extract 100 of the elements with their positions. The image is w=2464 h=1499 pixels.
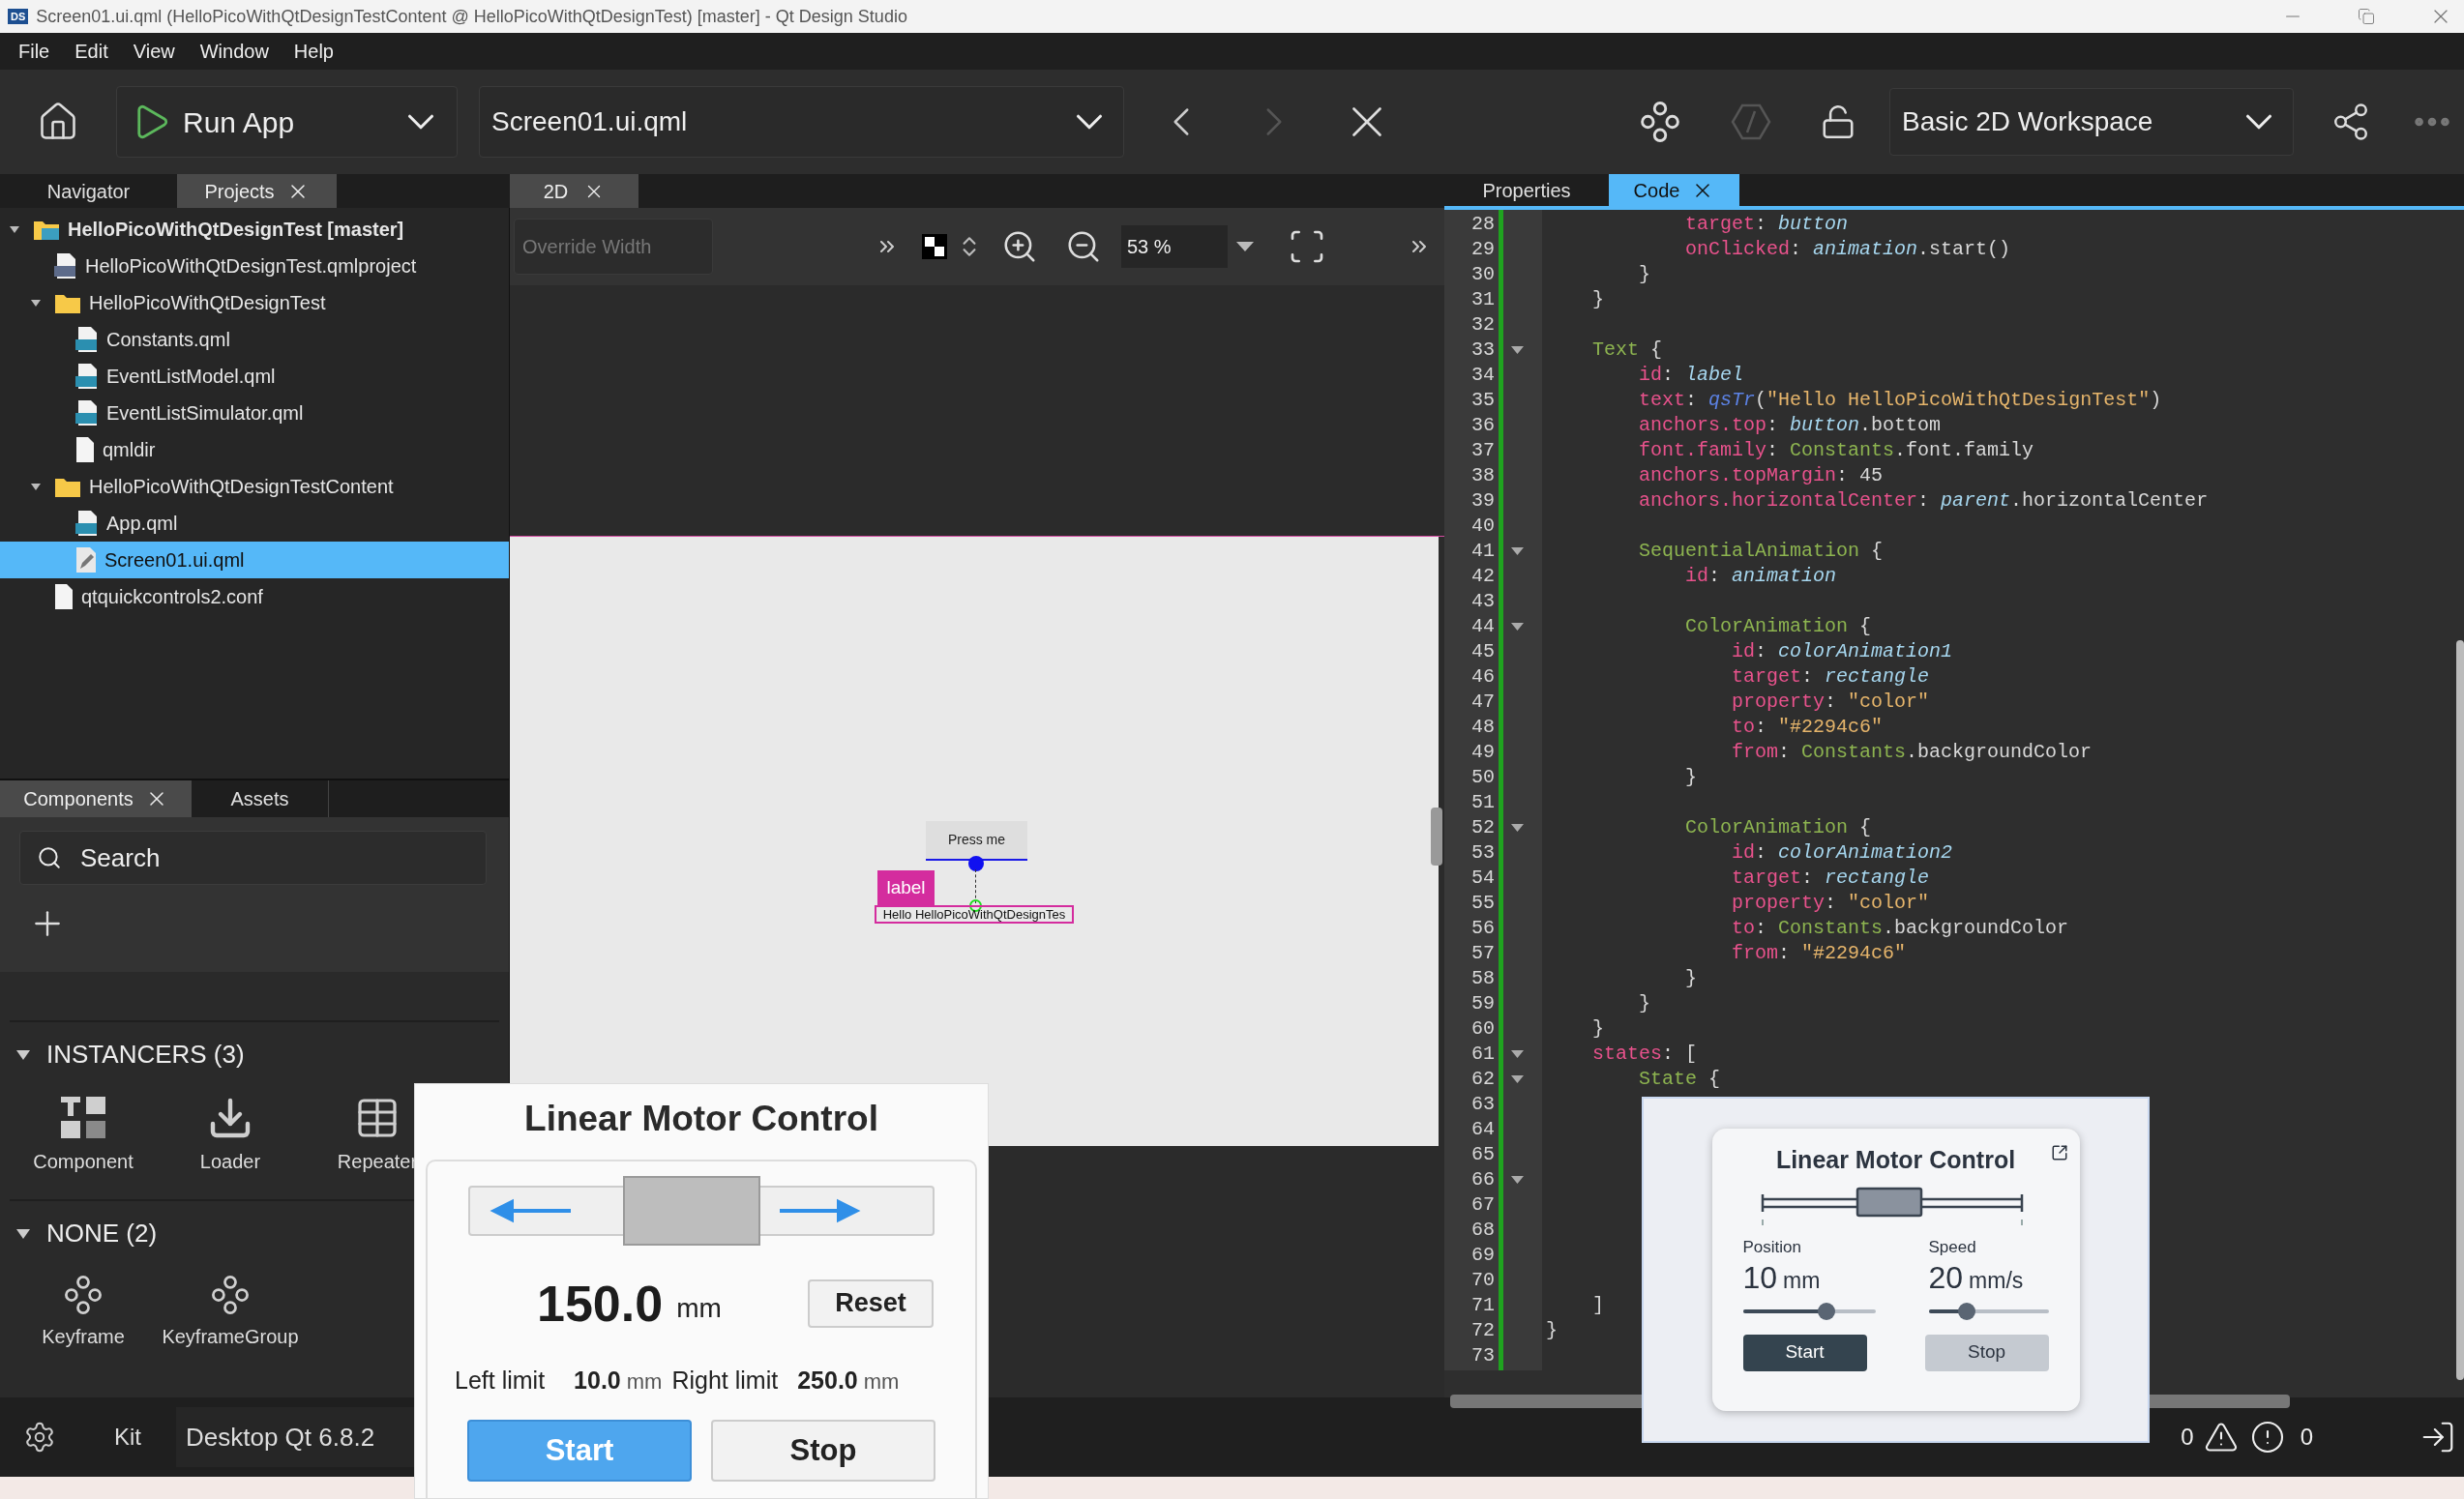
fold-arrow-icon[interactable] bbox=[1511, 1176, 1524, 1184]
selected-text-item[interactable]: Hello HelloPicoWithQtDesignTes bbox=[875, 905, 1074, 924]
anchor-handle[interactable] bbox=[969, 899, 982, 912]
fold-arrow-icon[interactable] bbox=[1511, 547, 1524, 555]
fold-arrow-icon[interactable] bbox=[1511, 1050, 1524, 1058]
error-icon[interactable] bbox=[2249, 1420, 2285, 1455]
tree-item[interactable]: HelloPicoWithQtDesignTest.qmlproject bbox=[0, 248, 509, 284]
panel-tab[interactable]: Projects bbox=[177, 174, 337, 208]
line-number: 40 bbox=[1471, 514, 1495, 539]
override-width-field[interactable]: Override Width bbox=[514, 219, 713, 275]
line-number: 32 bbox=[1471, 312, 1495, 338]
stop-button[interactable]: Stop bbox=[711, 1420, 935, 1482]
panel-tab[interactable]: Code bbox=[1609, 174, 1739, 206]
app-badge: DS bbox=[8, 9, 29, 24]
start-button[interactable]: Start bbox=[1742, 1334, 1867, 1371]
expand-arrow-icon[interactable] bbox=[30, 298, 42, 308]
component-item[interactable]: Loader bbox=[157, 1095, 304, 1176]
file-icon bbox=[75, 436, 95, 463]
line-number: 52 bbox=[1471, 815, 1495, 840]
tree-item[interactable]: Screen01.ui.qml bbox=[0, 542, 509, 578]
press-me-button[interactable]: Press me bbox=[926, 821, 1027, 861]
reset-button[interactable]: Reset bbox=[808, 1279, 934, 1328]
component-item[interactable]: Keyframe bbox=[10, 1274, 157, 1351]
anchor-handle[interactable] bbox=[968, 856, 984, 871]
tree-item[interactable]: HelloPicoWithQtDesignTest bbox=[0, 284, 509, 321]
section-header[interactable]: INSTANCERS (3) bbox=[10, 1036, 499, 1073]
line-number: 71 bbox=[1471, 1293, 1495, 1318]
code-line: id: label bbox=[1638, 363, 1744, 388]
tree-item[interactable]: HelloPicoWithQtDesignTest [master] bbox=[0, 211, 509, 248]
line-number: 28 bbox=[1471, 212, 1495, 237]
tree-item[interactable]: App.qml bbox=[0, 505, 509, 542]
code-line: id: animation bbox=[1684, 564, 1837, 589]
slider-thumb[interactable] bbox=[1958, 1302, 1976, 1320]
open-external-icon[interactable] bbox=[2050, 1144, 2068, 1161]
slider[interactable] bbox=[1928, 1301, 2049, 1321]
fold-arrow-icon[interactable] bbox=[1511, 623, 1524, 631]
search-field[interactable]: Search bbox=[19, 831, 487, 885]
expand-arrow-icon[interactable] bbox=[30, 482, 42, 491]
workspace-dropdown[interactable]: Basic 2D Workspace bbox=[1889, 88, 2294, 156]
fold-arrow-icon[interactable] bbox=[1511, 346, 1524, 354]
window-title: Screen01.ui.qml (HelloPicoWithQtDesignTestContent @ HelloPicoWithQtDesignTest) [master] - Qt Design Studio bbox=[36, 5, 907, 28]
menu-item[interactable]: View bbox=[133, 37, 175, 66]
settings-icon[interactable] bbox=[23, 1421, 56, 1454]
qml-file-icon bbox=[75, 399, 99, 426]
line-number: 33 bbox=[1471, 338, 1495, 363]
qml-file-icon bbox=[54, 252, 77, 279]
zoom-level-field[interactable]: 53 % bbox=[1121, 225, 1228, 268]
menu-item[interactable]: Window bbox=[199, 37, 269, 66]
tree-item-label: Screen01.ui.qml bbox=[104, 548, 245, 573]
restore-icon[interactable] bbox=[2358, 8, 2375, 25]
file-dropdown[interactable]: Screen01.ui.qml bbox=[479, 86, 1124, 158]
line-number: 50 bbox=[1471, 765, 1495, 790]
error-count: 0 bbox=[2300, 1423, 2313, 1452]
section-header[interactable]: NONE (2) bbox=[10, 1215, 499, 1252]
panel-tab[interactable]: Components bbox=[0, 780, 192, 817]
position-value: 150.0 bbox=[537, 1274, 664, 1334]
expand-arrow-icon bbox=[15, 1048, 31, 1061]
menu-item[interactable]: File bbox=[18, 37, 50, 66]
run-app-dropdown[interactable]: Run App bbox=[116, 86, 458, 158]
menu-item[interactable]: Help bbox=[293, 37, 334, 66]
tree-item[interactable]: EventListModel.qml bbox=[0, 358, 509, 395]
tree-item-label: qtquickcontrols2.conf bbox=[81, 585, 263, 609]
slider-thumb[interactable] bbox=[1817, 1302, 1835, 1320]
kit-label: Kit bbox=[114, 1423, 141, 1452]
vertical-scrollbar[interactable] bbox=[2456, 640, 2464, 1380]
window-heading: Linear Motor Control bbox=[524, 1098, 878, 1140]
editor-tab[interactable]: 2D bbox=[510, 174, 638, 208]
tree-item[interactable]: EventListSimulator.qml bbox=[0, 395, 509, 431]
code-line: } bbox=[1591, 1016, 1604, 1042]
code-line: anchors.top: button.bottom bbox=[1638, 413, 1942, 438]
code-line: } bbox=[1545, 1318, 1558, 1343]
line-number: 31 bbox=[1471, 287, 1495, 312]
code-line: text: qsTr("Hello HelloPicoWithQtDesignTest") bbox=[1638, 388, 2162, 413]
lock-icon[interactable] bbox=[1820, 103, 1856, 140]
component-item[interactable]: Repeater bbox=[304, 1095, 451, 1176]
code-line: id: colorAnimation2 bbox=[1731, 840, 1953, 866]
fold-arrow-icon[interactable] bbox=[1511, 1075, 1524, 1083]
code-line: target: rectangle bbox=[1731, 866, 1930, 891]
file-icon bbox=[54, 583, 74, 610]
tree-item[interactable]: HelloPicoWithQtDesignTestContent bbox=[0, 468, 509, 505]
line-number: 29 bbox=[1471, 237, 1495, 262]
tree-item[interactable]: qmldir bbox=[0, 431, 509, 468]
tree-item[interactable]: Constants.qml bbox=[0, 321, 509, 358]
code-line: to: Constants.backgroundColor bbox=[1731, 916, 2069, 941]
slider[interactable] bbox=[1742, 1301, 1876, 1321]
expand-arrow-icon[interactable] bbox=[9, 224, 20, 234]
tree-item-label: qmldir bbox=[103, 438, 156, 462]
checkerboard-icon[interactable] bbox=[922, 234, 947, 259]
stop-button[interactable]: Stop bbox=[1924, 1334, 2049, 1371]
search-icon bbox=[37, 845, 62, 870]
tree-item[interactable]: qtquickcontrols2.conf bbox=[0, 578, 509, 615]
scrollbar-thumb[interactable] bbox=[1431, 808, 1442, 866]
fold-arrow-icon[interactable] bbox=[1511, 824, 1524, 832]
menu-item[interactable]: Edit bbox=[74, 37, 108, 66]
component-item[interactable]: KeyframeGroup bbox=[157, 1274, 304, 1351]
line-number: 66 bbox=[1471, 1167, 1495, 1192]
readout-value: 20 bbox=[1928, 1259, 1964, 1296]
component-item[interactable]: Component bbox=[10, 1095, 157, 1176]
dropdown-arrow-icon[interactable] bbox=[1235, 241, 1255, 252]
line-number: 67 bbox=[1471, 1192, 1495, 1218]
